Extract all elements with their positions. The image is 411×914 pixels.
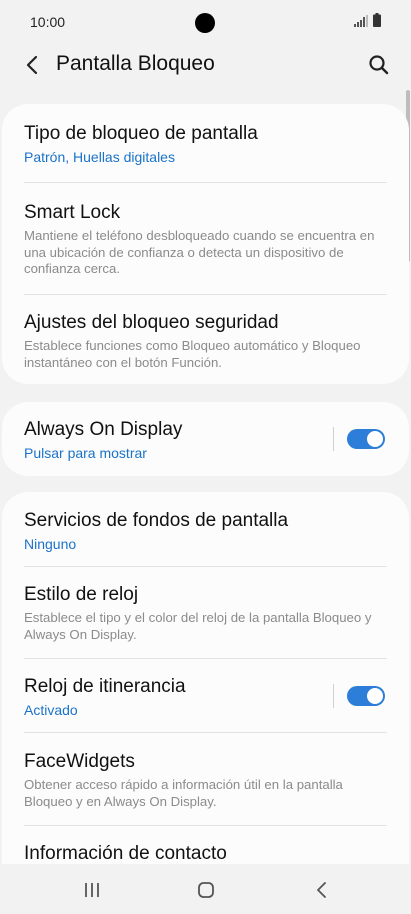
nav-back-icon[interactable]: [314, 881, 330, 899]
wallpaper-services-item[interactable]: Servicios de fondos de pantalla Ninguno: [24, 509, 387, 553]
divider: [24, 732, 387, 733]
divider: [24, 825, 387, 826]
roaming-clock-title: Reloj de itinerancia: [24, 676, 186, 697]
clock-style-item[interactable]: Estilo de reloj Establece el tipo y el c…: [24, 583, 387, 643]
more-settings-card: Servicios de fondos de pantalla Ninguno …: [2, 492, 409, 864]
app-header: Pantalla Bloqueo: [0, 46, 411, 86]
status-bar: 10:00: [0, 0, 411, 46]
always-on-display-value: Pulsar para mostrar: [24, 445, 147, 461]
contact-info-item[interactable]: Información de contacto: [24, 842, 387, 864]
facewidgets-item[interactable]: FaceWidgets Obtener acceso rápido a info…: [24, 750, 387, 810]
screen-lock-type-item[interactable]: Tipo de bloqueo de pantalla Patrón, Huel…: [24, 122, 387, 166]
facewidgets-title: FaceWidgets: [24, 751, 135, 772]
chevron-left-icon[interactable]: [20, 52, 46, 78]
facewidgets-description: Obtener acceso rápido a información útil…: [24, 777, 343, 809]
roaming-clock-toggle[interactable]: [347, 686, 385, 706]
smart-lock-title: Smart Lock: [24, 202, 121, 223]
wallpaper-services-title: Servicios de fondos de pantalla: [24, 510, 289, 531]
divider: [24, 658, 387, 659]
roaming-clock-item[interactable]: Reloj de itinerancia Activado: [24, 675, 329, 719]
always-on-display-title: Always On Display: [24, 419, 183, 440]
clock-style-description: Establece el tipo y el color del reloj d…: [24, 610, 372, 642]
page-title: Pantalla Bloqueo: [56, 52, 215, 75]
clock-style-title: Estilo de reloj: [24, 584, 139, 605]
secure-lock-settings-description: Establece funciones como Bloqueo automát…: [24, 338, 361, 370]
divider: [24, 182, 387, 183]
divider: [24, 566, 387, 567]
always-on-display-toggle[interactable]: [347, 429, 385, 449]
signal-icon: [354, 15, 368, 27]
toggle-knob: [367, 431, 383, 447]
search-icon[interactable]: [366, 52, 392, 78]
divider: [24, 294, 387, 295]
smart-lock-description: Mantiene el teléfono desbloqueado cuando…: [24, 228, 375, 276]
wallpaper-services-value: Ninguno: [24, 536, 77, 552]
lock-settings-card: Tipo de bloqueo de pantalla Patrón, Huel…: [2, 104, 409, 384]
screen-lock-type-value: Patrón, Huellas digitales: [24, 149, 175, 165]
home-icon[interactable]: [197, 881, 215, 899]
secure-lock-settings-title: Ajustes del bloqueo seguridad: [24, 312, 279, 333]
toggle-separator: [333, 684, 334, 708]
toggle-separator: [333, 427, 334, 451]
secure-lock-settings-item[interactable]: Ajustes del bloqueo seguridad Establece …: [24, 311, 387, 371]
smart-lock-item[interactable]: Smart Lock Mantiene el teléfono desbloqu…: [24, 201, 387, 278]
status-time: 10:00: [30, 14, 66, 30]
settings-content: Tipo de bloqueo de pantalla Patrón, Huel…: [0, 104, 411, 864]
always-on-display-item[interactable]: Always On Display Pulsar para mostrar: [24, 418, 329, 462]
always-on-display-card: Always On Display Pulsar para mostrar: [2, 402, 409, 476]
toggle-knob: [367, 688, 383, 704]
screen-lock-type-title: Tipo de bloqueo de pantalla: [24, 123, 258, 144]
contact-info-title: Información de contacto: [24, 843, 227, 864]
roaming-clock-value: Activado: [24, 702, 78, 718]
navigation-bar: [0, 864, 411, 914]
battery-icon: [373, 13, 381, 27]
recents-icon[interactable]: [82, 882, 102, 898]
front-camera: [195, 13, 215, 33]
